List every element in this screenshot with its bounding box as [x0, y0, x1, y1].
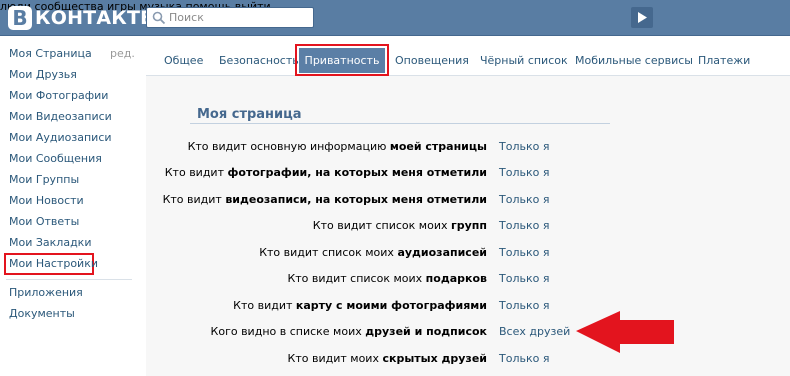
section-title: Моя страница: [197, 107, 302, 122]
privacy-row-label: Кто видит моих скрытых друзей: [288, 352, 487, 365]
sidebar-item-audio[interactable]: Мои Аудиозаписи: [9, 131, 112, 144]
tab-privacy[interactable]: Приватность: [299, 48, 385, 73]
row-bold: скрытых друзей: [382, 352, 487, 365]
row-bold: групп: [451, 219, 487, 232]
row-bold: фотографии, на которых меня отметили: [227, 166, 487, 179]
privacy-row-value[interactable]: Только я: [499, 140, 549, 153]
row-prefix: Кто видит список моих: [259, 246, 398, 259]
logo-text: КОНТАКТЕ: [35, 7, 154, 29]
row-bold: карту с моими фотографиями: [295, 299, 487, 312]
sidebar-item-photos[interactable]: Мои Фотографии: [9, 89, 108, 102]
row-prefix: Кто видит: [162, 193, 226, 206]
row-prefix: Кто видит: [233, 299, 296, 312]
row-prefix: Кто видит основную информацию: [187, 140, 390, 153]
tab-security[interactable]: Безопасность: [219, 54, 299, 67]
privacy-row-value[interactable]: Только я: [499, 352, 549, 365]
play-icon: [638, 12, 647, 23]
privacy-row-value[interactable]: Только я: [499, 272, 549, 285]
search-icon: [152, 11, 166, 25]
privacy-row-label: Кто видит фотографии, на которых меня от…: [165, 166, 487, 179]
tab-notifications[interactable]: Оповещения: [395, 54, 469, 67]
search-input[interactable]: [169, 10, 309, 25]
row-prefix: Кто видит моих: [287, 352, 383, 365]
sidebar-item-news[interactable]: Мои Новости: [9, 194, 84, 207]
row-prefix: Кого видно в списке моих: [210, 325, 366, 338]
red-arrow-annotation: [576, 311, 674, 353]
sidebar-item-answers[interactable]: Мои Ответы: [9, 215, 79, 228]
row-prefix: Кто видит список моих: [287, 272, 426, 285]
sidebar-item-bookmarks[interactable]: Мои Закладки: [9, 236, 91, 249]
vk-logo[interactable]: B КОНТАКТЕ: [8, 5, 153, 31]
settings-tabs: Общее Безопасность Приватность Оповещени…: [146, 36, 790, 76]
privacy-row-value[interactable]: Только я: [499, 193, 549, 206]
privacy-row-label: Кто видит список моих аудиозаписей: [259, 246, 487, 259]
search-box[interactable]: [146, 7, 314, 28]
sidebar-item-friends[interactable]: Мои Друзья: [9, 68, 77, 81]
row-bold: аудиозаписей: [397, 246, 487, 259]
privacy-row-label: Кто видит видеозаписи, на которых меня о…: [163, 193, 487, 206]
row-bold: моей страницы: [389, 140, 487, 153]
row-bold: друзей и подписок: [365, 325, 487, 338]
tab-mobile-services[interactable]: Мобильные сервисы: [575, 54, 693, 67]
privacy-row-label: Кто видит список моих групп: [313, 219, 487, 232]
sidebar-item-videos[interactable]: Мои Видеозаписи: [9, 110, 112, 123]
privacy-row-label: Кто видит список моих подарков: [287, 272, 487, 285]
sidebar-divider: [6, 279, 132, 280]
sidebar-item-settings[interactable]: Мои Настройки: [9, 257, 98, 270]
logo-badge: B: [8, 6, 32, 30]
privacy-row-value[interactable]: Только я: [499, 246, 549, 259]
privacy-row-label: Кого видно в списке моих друзей и подпис…: [211, 325, 487, 338]
sidebar-item-apps[interactable]: Приложения: [9, 286, 83, 299]
privacy-row-label: Кто видит основную информацию моей стран…: [188, 140, 487, 153]
row-prefix: Кто видит список моих: [312, 219, 451, 232]
tab-payments[interactable]: Платежи: [698, 54, 750, 67]
row-prefix: Кто видит: [164, 166, 228, 179]
sidebar-edit-link[interactable]: ред.: [110, 47, 135, 60]
settings-content: Общее Безопасность Приватность Оповещени…: [146, 36, 790, 376]
sidebar-item-documents[interactable]: Документы: [9, 307, 75, 320]
privacy-row-value[interactable]: Только я: [499, 166, 549, 179]
row-bold: подарков: [425, 272, 487, 285]
top-header: B КОНТАКТЕ люди сообщества игры музыка п…: [0, 0, 790, 36]
tab-general[interactable]: Общее: [164, 54, 203, 67]
privacy-row-value[interactable]: Только я: [499, 219, 549, 232]
privacy-row-value[interactable]: Только я: [499, 299, 549, 312]
sidebar-item-my-page[interactable]: Моя Страница: [9, 47, 92, 60]
privacy-row-value[interactable]: Всех друзей: [499, 325, 570, 338]
sidebar-item-groups[interactable]: Мои Группы: [9, 173, 79, 186]
sidebar-item-messages[interactable]: Мои Сообщения: [9, 152, 102, 165]
section-divider: [190, 123, 610, 124]
row-bold: видеозаписи, на которых меня отметили: [225, 193, 487, 206]
tab-blacklist[interactable]: Чёрный список: [480, 54, 568, 67]
privacy-row-label: Кто видит карту с моими фотографиями: [233, 299, 487, 312]
music-play-button[interactable]: [631, 7, 653, 28]
